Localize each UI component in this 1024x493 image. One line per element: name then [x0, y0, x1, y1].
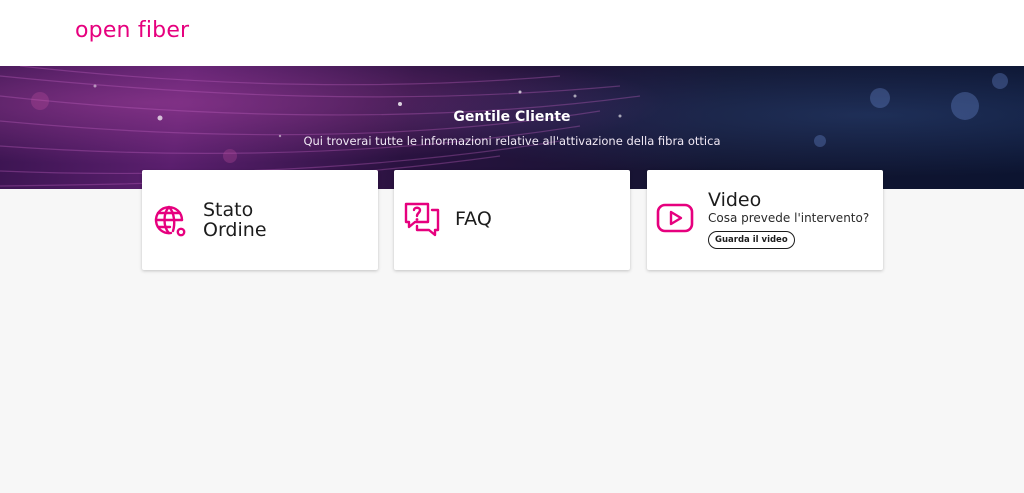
faq-title: FAQ — [455, 208, 492, 230]
hero-subtitle: Qui troverai tutte le informazioni relat… — [303, 134, 721, 148]
globe-icon — [154, 205, 186, 237]
video-title: Video — [708, 189, 762, 211]
order-status-title-line2: Ordine — [203, 219, 267, 241]
question-chat-icon — [404, 202, 440, 237]
video-subtitle: Cosa prevede l'intervento? — [708, 211, 870, 225]
play-icon — [656, 203, 694, 233]
top-bar: open fiber — [0, 0, 1024, 66]
watch-video-button[interactable]: Guarda il video — [708, 231, 795, 249]
open-fiber-logo[interactable]: open fiber — [75, 17, 189, 45]
hero-title: Gentile Cliente — [453, 109, 571, 125]
order-status-title-line1: Stato — [203, 199, 254, 221]
